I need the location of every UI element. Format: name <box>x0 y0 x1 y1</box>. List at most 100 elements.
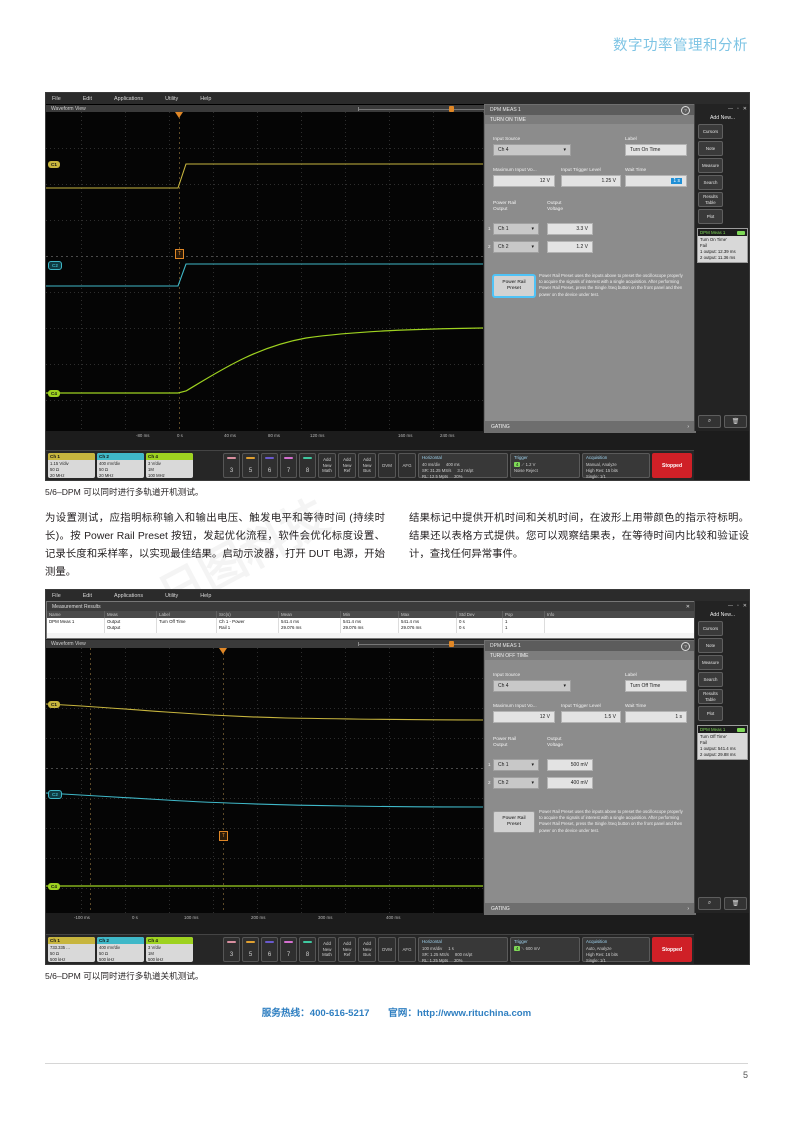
horizontal-settings-card[interactable]: Horizontal 40 ms/div 400 ms SR: 31.25 MS/… <box>418 453 508 479</box>
column-header-name[interactable]: Name <box>47 611 105 618</box>
channel-button-5[interactable]: 5 <box>242 937 259 962</box>
minimize-icon[interactable]: — <box>728 106 733 112</box>
input-trigger-level-input[interactable]: 1.5 V <box>561 710 621 723</box>
chevron-down-icon[interactable]: ▾ <box>531 226 534 232</box>
rail-source-select-1[interactable]: Ch 1 ▾ <box>493 759 539 771</box>
add-new-label[interactable]: Add New... <box>695 113 749 124</box>
add-new-math-button[interactable]: Add New Math <box>318 453 336 478</box>
sidebar-button-plot[interactable]: Plot <box>698 706 723 721</box>
max-input-voltage-input[interactable]: 12 V <box>493 710 555 723</box>
channel-marker-ch1[interactable]: C1 <box>48 701 60 708</box>
sidebar-button-grid[interactable]: Cursors Note Measure Search Results Tabl… <box>695 621 749 721</box>
label-input[interactable]: Turn Off Time <box>625 679 687 692</box>
rail-voltage-input-2[interactable]: 1.2 V <box>547 241 593 253</box>
sidebar-button-results-table[interactable]: Results Table <box>698 192 723 207</box>
chevron-right-icon[interactable]: › <box>687 906 689 912</box>
trash-icon[interactable]: 🗑 <box>724 415 747 428</box>
column-header-info[interactable]: Info <box>545 611 695 618</box>
sidebar-button-measure[interactable]: Measure <box>698 655 723 670</box>
add-new-label[interactable]: Add New... <box>695 610 749 621</box>
label-input[interactable]: Turn On Time <box>625 143 687 156</box>
chevron-down-icon[interactable]: ▾ <box>531 244 534 250</box>
sidebar-footer[interactable]: ⌕ 🗑 <box>698 415 747 428</box>
close-icon[interactable]: ✕ <box>743 603 747 609</box>
waveform-grid-2[interactable]: T C1 C2 C4 <box>46 648 483 913</box>
run-stop-button[interactable]: Stopped <box>652 453 692 478</box>
close-icon[interactable]: ✕ <box>686 604 690 610</box>
wait-time-input[interactable]: 1 s <box>625 174 687 187</box>
menu-item-applications[interactable]: Applications <box>114 593 143 599</box>
rail-voltage-field-1[interactable]: 3.3 V <box>547 223 593 235</box>
zoom-knob[interactable] <box>449 641 455 647</box>
rail-voltage-input-1[interactable]: 500 mV <box>547 759 593 771</box>
rail-source-field-2[interactable]: Ch 2 ▾ <box>493 241 539 253</box>
trash-icon[interactable]: 🗑 <box>724 897 747 910</box>
input-source-select[interactable]: Ch 4 ▾ <box>493 679 571 692</box>
channel-card-ch1[interactable]: Ch 1 733.335 ... 50 Ω 500 kHz <box>48 937 95 962</box>
input-trigger-level-field[interactable]: Input Trigger Level 1.25 V <box>561 168 621 187</box>
zoom-out-icon[interactable]: ⌕ <box>698 897 721 910</box>
maximize-icon[interactable]: ▫ <box>737 106 739 112</box>
power-rail-preset-button[interactable]: Power Rail Preset <box>493 275 535 297</box>
channel-marker-ch4[interactable]: C4 <box>48 883 60 890</box>
rail-voltage-input-2[interactable]: 400 mV <box>547 777 593 789</box>
sidebar-button-cursors[interactable]: Cursors <box>698 124 723 139</box>
chevron-down-icon[interactable]: ▾ <box>563 147 566 153</box>
afg-button[interactable]: AFG <box>398 937 416 962</box>
menu-item-edit[interactable]: Edit <box>83 96 92 102</box>
menu-item-utility[interactable]: Utility <box>165 96 178 102</box>
scope-status-bar-1[interactable]: Ch 1 1.15 V/div 50 Ω 20 MHz Ch 2 400 mV/… <box>46 450 694 480</box>
input-source-field[interactable]: Input Source Ch 4 ▾ <box>493 673 571 692</box>
wait-time-field[interactable]: Wait Time 1 s <box>625 704 687 723</box>
wait-time-field[interactable]: Wait Time 1 s <box>625 168 687 187</box>
trigger-settings-card[interactable]: Trigger 4 ⟍ 600 mV <box>510 937 580 962</box>
sidebar-button-cursors[interactable]: Cursors <box>698 621 723 636</box>
input-source-select[interactable]: Ch 4 ▾ <box>493 143 571 156</box>
column-header-min[interactable]: Min <box>341 611 399 618</box>
dpm-settings-panel-2[interactable]: DPM MEAS 1 ? TURN OFF TIME Input Source … <box>484 640 696 915</box>
rail-voltage-field-2[interactable]: 1.2 V <box>547 241 593 253</box>
menu-item-help[interactable]: Help <box>200 96 211 102</box>
channel-card-ch4[interactable]: Ch 4 3 V/div 1M 500 kHz <box>146 937 193 962</box>
scope-status-bar-2[interactable]: Ch 1 733.335 ... 50 Ω 500 kHz Ch 2 400 m… <box>46 934 694 964</box>
trigger-settings-card[interactable]: Trigger 4 ⟋ 1.2 V Noise Reject <box>510 453 580 478</box>
sidebar-button-note[interactable]: Note <box>698 638 723 653</box>
rail-source-select-2[interactable]: Ch 2 ▾ <box>493 241 539 253</box>
channel-card-ch4[interactable]: Ch 4 3 V/div 1M 100 MHz <box>146 453 193 478</box>
power-rail-preset-button[interactable]: Power Rail Preset <box>493 811 535 833</box>
rail-source-field-1[interactable]: Ch 1 ▾ <box>493 223 539 235</box>
max-input-voltage-field[interactable]: Maximum Input Vo... 12 V <box>493 168 555 187</box>
column-header-mean[interactable]: Mean <box>279 611 341 618</box>
dvm-button[interactable]: DVM <box>378 453 396 478</box>
rail-source-select-2[interactable]: Ch 2 ▾ <box>493 777 539 789</box>
channel-marker-ch1[interactable]: C1 <box>48 161 60 168</box>
minimize-icon[interactable]: — <box>728 603 733 609</box>
sidebar-button-measure[interactable]: Measure <box>698 158 723 173</box>
channel-button-6[interactable]: 6 <box>261 453 278 478</box>
rail-source-field-2[interactable]: Ch 2 ▾ <box>493 777 539 789</box>
scope-sidebar-1[interactable]: — ▫ ✕ Add New... Cursors Note Measure Se… <box>694 104 749 431</box>
rail-source-field-1[interactable]: Ch 1 ▾ <box>493 759 539 771</box>
rail-voltage-field-1[interactable]: 500 mV <box>547 759 593 771</box>
window-controls[interactable]: — ▫ ✕ <box>695 601 749 610</box>
sidebar-button-search[interactable]: Search <box>698 672 723 687</box>
input-trigger-level-input[interactable]: 1.25 V <box>561 174 621 187</box>
acquisition-settings-card[interactable]: Acquisition Auto, Analyze High Res: 16 b… <box>582 937 650 963</box>
menu-item-utility[interactable]: Utility <box>165 593 178 599</box>
channel-button-6[interactable]: 6 <box>261 937 278 962</box>
label-field[interactable]: Label Turn On Time <box>625 137 687 156</box>
close-icon[interactable]: ✕ <box>743 106 747 112</box>
channel-button-5[interactable]: 5 <box>242 453 259 478</box>
waveform-grid-1[interactable]: T C1 C2 C4 <box>46 112 483 431</box>
menu-item-file[interactable]: File <box>52 593 61 599</box>
channel-marker-ch4[interactable]: C4 <box>48 390 60 397</box>
input-trigger-level-field[interactable]: Input Trigger Level 1.5 V <box>561 704 621 723</box>
gating-section[interactable]: GATING › <box>485 421 695 432</box>
zoom-out-icon[interactable]: ⌕ <box>698 415 721 428</box>
table-row[interactable]: DPM Meas 1 Output Output Turn Off Time C… <box>47 618 695 633</box>
column-header-stddev[interactable]: Std Dev <box>457 611 503 618</box>
add-new-bus-button[interactable]: Add New Bus <box>358 453 376 478</box>
column-header-pop[interactable]: Pop <box>503 611 545 618</box>
afg-button[interactable]: AFG <box>398 453 416 478</box>
channel-button-8[interactable]: 8 <box>299 453 316 478</box>
